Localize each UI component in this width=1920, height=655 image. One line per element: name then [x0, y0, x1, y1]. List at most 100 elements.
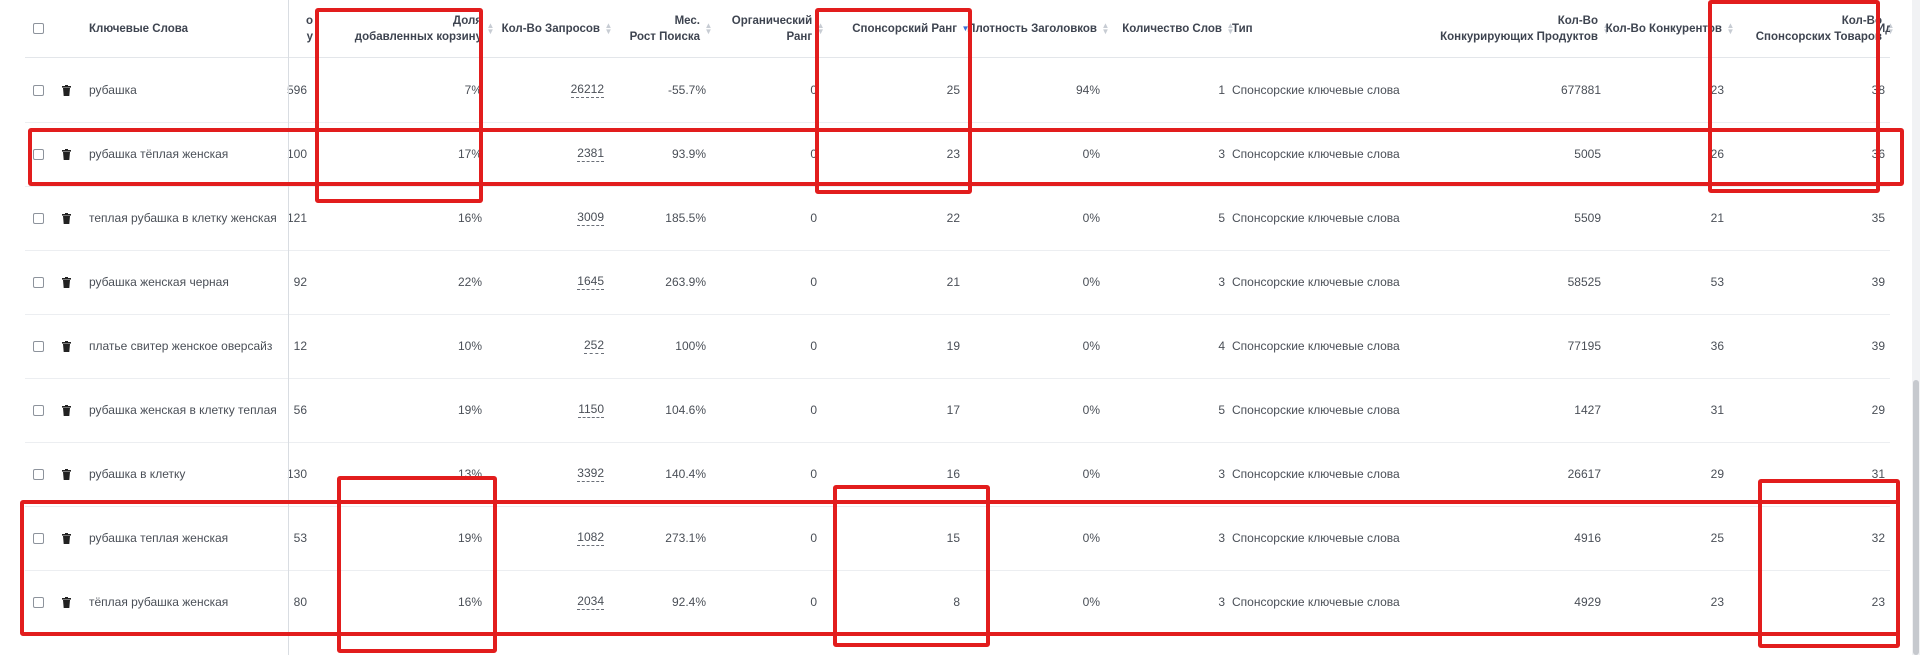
row-delete[interactable] — [62, 250, 76, 314]
row-delete[interactable] — [62, 122, 76, 186]
row-delete[interactable] — [62, 570, 76, 634]
cell-requests[interactable]: 3392 — [577, 466, 604, 482]
row-checkbox[interactable] — [33, 340, 44, 352]
cell-requests[interactable]: 2381 — [577, 146, 604, 162]
header-sponsored-rank[interactable]: Спонсорский Ранг ▼ — [835, 0, 970, 57]
header-growth[interactable]: Мес. Рост Поиска ▲ ▼ — [605, 0, 713, 57]
cell-keyword-container: рубашка — [89, 58, 294, 122]
header-clipped-right[interactable]: Ид — [1877, 0, 1890, 57]
trash-icon[interactable] — [62, 276, 71, 288]
row-select[interactable] — [33, 186, 47, 250]
cell-requests[interactable]: 3009 — [577, 210, 604, 226]
row-select[interactable] — [33, 314, 47, 378]
row-delete[interactable] — [62, 442, 76, 506]
row-checkbox[interactable] — [33, 532, 44, 544]
row-select[interactable] — [33, 506, 47, 570]
row-delete[interactable] — [62, 58, 76, 122]
row-delete[interactable] — [62, 314, 76, 378]
row-select[interactable] — [33, 570, 47, 634]
cell-keyword-container: рубашка тёплая женская — [89, 122, 294, 186]
row-delete[interactable] — [62, 378, 76, 442]
cell-organic-rank: 0 — [810, 83, 817, 97]
sort-icon[interactable]: ▲ ▼ — [816, 21, 825, 35]
header-organic-rank-label: Органический Ранг — [731, 14, 813, 43]
header-cart-share[interactable]: Доля добавленных корзину ▲ ▼ — [325, 0, 495, 57]
cell-requests[interactable]: 1645 — [577, 274, 604, 290]
cell-requests[interactable]: 2034 — [577, 594, 604, 610]
cell-competing-products-container: 5005 — [1375, 122, 1601, 186]
cell-requests[interactable]: 252 — [583, 338, 604, 354]
row-checkbox[interactable] — [33, 468, 44, 480]
row-checkbox[interactable] — [33, 212, 44, 224]
cell-requests[interactable]: 1150 — [578, 402, 604, 418]
table-row[interactable]: рубашка теплая женская 53 19% 1082 273.1% 0 15… — [25, 506, 1890, 571]
header-type[interactable]: Тип — [1232, 0, 1332, 57]
trash-icon[interactable] — [62, 532, 71, 544]
table-row[interactable]: рубашка тёплая женская 100 17% 2381 93.9% 0 23… — [25, 122, 1890, 187]
trash-icon[interactable] — [62, 596, 71, 608]
cell-requests[interactable]: 26212 — [570, 82, 604, 98]
row-select[interactable] — [33, 378, 47, 442]
cell-requests-container: 252 — [485, 314, 604, 378]
table-row[interactable]: тёплая рубашка женская 80 16% 2034 92.4% 0 8 0%… — [25, 570, 1890, 635]
table-row[interactable]: платье свитер женское оверсайз 12 10% 252 10… — [25, 314, 1890, 379]
table-row[interactable]: рубашка женская в клетку теплая 56 19% 1150… — [25, 378, 1890, 443]
trash-icon[interactable] — [62, 148, 71, 160]
header-title-density-label: Плотность Заголовков — [967, 22, 1097, 35]
cell-clipped-value-container: 121 — [265, 186, 307, 250]
header-sponsored-rank-label: Спонсорский Ранг — [852, 22, 957, 35]
table-row[interactable]: рубашка женская черная 92 22% 1645 263.9% 0 21… — [25, 250, 1890, 315]
cell-cart-share: 7% — [464, 83, 482, 97]
cell-sponsored-goods-container: 39 — [1715, 250, 1885, 314]
cell-sponsored-goods: 32 — [1871, 531, 1885, 545]
cell-sponsored-rank-container: 15 — [835, 506, 960, 570]
cell-title-density: 0% — [1082, 211, 1100, 225]
row-delete[interactable] — [62, 506, 76, 570]
row-delete[interactable] — [62, 186, 76, 250]
table-row[interactable]: рубашка 596 7% 26212 -55.7% 0 25 94% 1 Спонсорски… — [25, 58, 1890, 123]
cell-title-density: 0% — [1082, 403, 1100, 417]
keywords-table: Ключевые Слова о у Доля добавленных корз… — [25, 0, 1894, 655]
row-select[interactable] — [33, 442, 47, 506]
trash-icon[interactable] — [62, 468, 71, 480]
table-row[interactable]: рубашка в клетку 130 13% 3392 140.4% 0 16 0% 3 Сп… — [25, 442, 1890, 507]
row-select[interactable] — [33, 250, 47, 314]
trash-icon[interactable] — [62, 404, 71, 416]
row-checkbox[interactable] — [33, 404, 44, 416]
header-clipped-column[interactable]: о у — [273, 0, 313, 57]
trash-icon[interactable] — [62, 84, 71, 96]
cell-keyword-container: рубашка женская в клетку теплая — [89, 378, 294, 442]
header-requests[interactable]: Кол-Во Запросов ▲ ▼ — [485, 0, 613, 57]
row-select[interactable] — [33, 122, 47, 186]
header-competing-products[interactable]: Кол-Во Конкурирующих Продуктов ▲ ▼ — [1375, 0, 1611, 57]
cell-organic-rank: 0 — [810, 211, 817, 225]
row-checkbox[interactable] — [33, 596, 44, 608]
cell-requests-container: 2381 — [485, 122, 604, 186]
cell-clipped-value-container: 80 — [265, 570, 307, 634]
cell-clipped-value-container: 92 — [265, 250, 307, 314]
cell-organic-rank-container: 0 — [705, 250, 817, 314]
cell-word-count-container: 3 — [1105, 506, 1225, 570]
row-checkbox[interactable] — [33, 84, 44, 96]
cell-clipped-value: 100 — [286, 147, 307, 161]
header-competitors[interactable]: Кол-Во Конкурентов ▲ ▼ — [1585, 0, 1735, 57]
table-row[interactable]: теплая рубашка в клетку женская 121 16% 300… — [25, 186, 1890, 251]
select-all-checkbox[interactable] — [33, 23, 44, 34]
header-word-count[interactable]: Количество Слов ▲ ▼ — [1105, 0, 1235, 57]
trash-icon[interactable] — [62, 212, 71, 224]
header-select-all[interactable] — [33, 0, 47, 57]
row-checkbox[interactable] — [33, 276, 44, 288]
trash-icon[interactable] — [62, 340, 71, 352]
header-title-density[interactable]: Плотность Заголовков ▲ ▼ — [955, 0, 1110, 57]
cell-requests[interactable]: 1082 — [577, 530, 604, 546]
vertical-scrollbar[interactable] — [1912, 0, 1920, 655]
cell-sponsored-rank-container: 25 — [835, 58, 960, 122]
header-keyword[interactable]: Ключевые Слова — [89, 0, 289, 57]
row-checkbox[interactable] — [33, 148, 44, 160]
header-organic-rank[interactable]: Органический Ранг ▲ ▼ — [705, 0, 825, 57]
row-select[interactable] — [33, 58, 47, 122]
scrollbar-thumb[interactable] — [1913, 380, 1919, 655]
cell-cart-share: 16% — [457, 595, 482, 609]
header-sponsored-goods[interactable]: Кол-Во Спонсорских Товаров ▲ ▼ — [1715, 0, 1895, 57]
cell-growth-container: 263.9% — [605, 250, 706, 314]
